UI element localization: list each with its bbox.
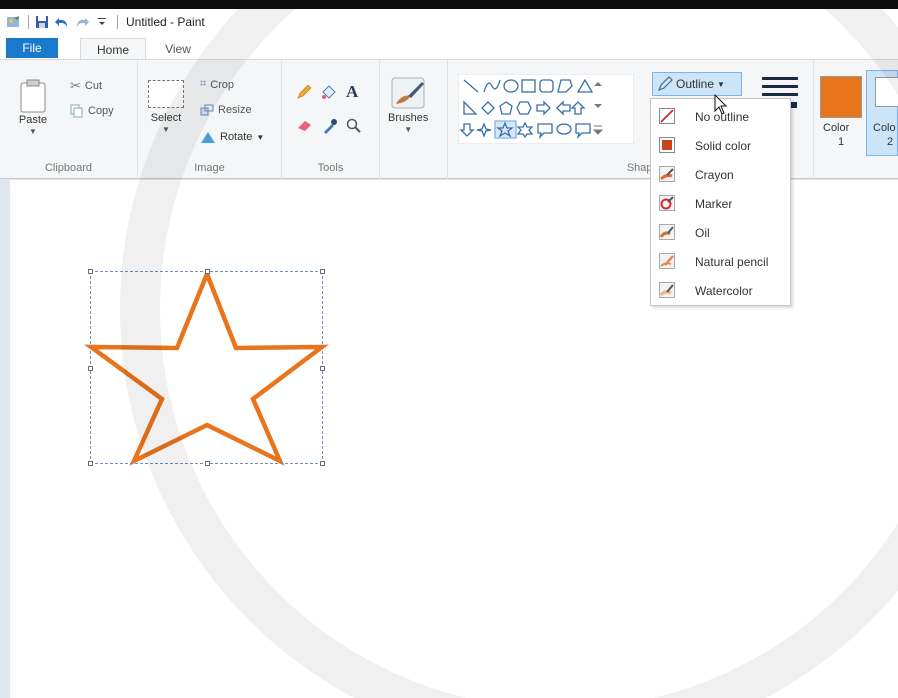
copy-icon <box>70 104 83 118</box>
menu-item-crayon[interactable]: Crayon <box>651 160 790 189</box>
selection-handle-ne[interactable] <box>320 269 325 274</box>
color1-swatch <box>820 76 862 118</box>
undo-icon[interactable] <box>53 13 71 31</box>
paste-button[interactable]: Paste ▼ <box>18 78 48 136</box>
outline-caret-icon: ▼ <box>717 79 725 89</box>
color1-label: Color <box>823 122 850 134</box>
window-title: Untitled - Paint <box>126 15 205 29</box>
clipboard-group-label: Clipboard <box>44 162 93 174</box>
copy-button[interactable]: Copy <box>70 104 114 118</box>
pencil-icon[interactable] <box>296 84 312 103</box>
color2-label: Colo <box>873 122 896 134</box>
eraser-icon[interactable] <box>296 118 314 135</box>
paste-caret-icon: ▼ <box>29 127 37 136</box>
image-group-label: Image <box>194 162 225 174</box>
menu-item-label: Crayon <box>695 167 734 182</box>
crayon-icon <box>659 166 675 182</box>
menu-item-label: Natural pencil <box>695 254 769 269</box>
fill-bucket-icon[interactable] <box>320 84 338 103</box>
menu-item-label: Watercolor <box>695 283 753 298</box>
selection-handle-s[interactable] <box>205 461 210 466</box>
selection-handle-nw[interactable] <box>88 269 93 274</box>
outline-button[interactable]: Outline ▼ <box>652 72 742 96</box>
outline-dropdown-menu: No outline Solid color Crayon Marker Oil… <box>650 98 791 306</box>
color1-number: 1 <box>838 136 845 148</box>
brushes-button[interactable]: Brushes ▼ <box>388 74 428 134</box>
selection-handle-e[interactable] <box>320 366 325 371</box>
select-caret-icon: ▼ <box>162 125 170 134</box>
brushes-label: Brushes <box>388 112 429 124</box>
brushes-caret-icon: ▼ <box>404 125 413 134</box>
cut-label: Cut <box>84 80 103 92</box>
watercolor-icon <box>659 282 675 298</box>
color1-button[interactable]: Color 1 <box>814 60 862 160</box>
marker-icon <box>659 195 675 211</box>
title-bar: Untitled - Paint <box>0 9 898 35</box>
brushes-group: Brushes ▼ <box>380 60 448 180</box>
crop-button[interactable]: ⌗ Crop <box>200 78 234 91</box>
natural-pencil-icon <box>659 253 675 269</box>
save-icon[interactable] <box>33 13 51 31</box>
cut-button[interactable]: ✂ Cut <box>70 78 102 94</box>
tab-home[interactable]: Home <box>80 38 146 60</box>
crop-icon: ⌗ <box>200 78 207 90</box>
resize-button[interactable]: Resize <box>200 104 252 116</box>
selection-handle-n[interactable] <box>205 269 210 274</box>
colors-group: Color 1 Colo 2 <box>814 60 898 180</box>
magnifier-icon[interactable] <box>346 118 362 137</box>
select-button[interactable]: Select ▼ <box>148 80 184 134</box>
oil-icon <box>659 224 675 240</box>
text-tool-icon[interactable]: A <box>346 82 358 102</box>
no-outline-icon <box>659 108 675 124</box>
image-group: Select ▼ ⌗ Crop Resize Rotate ▼ Image <box>138 60 282 180</box>
shapes-gallery[interactable] <box>458 74 634 144</box>
menu-item-marker[interactable]: Marker <box>651 189 790 218</box>
selection-handle-se[interactable] <box>320 461 325 466</box>
brush-icon <box>391 77 425 109</box>
clipboard-group: Paste ▼ ✂ Cut Copy Clipboard <box>0 60 138 180</box>
menu-item-label: Oil <box>695 225 710 240</box>
menu-item-label: Solid color <box>695 138 752 153</box>
tab-view[interactable]: View <box>152 38 204 60</box>
title-separator <box>117 15 118 29</box>
select-label: Select <box>150 112 182 124</box>
color2-number: 2 <box>887 136 894 148</box>
resize-label: Resize <box>218 104 252 116</box>
solid-color-icon <box>659 137 675 153</box>
menu-item-natural-pencil[interactable]: Natural pencil <box>651 247 790 276</box>
resize-icon <box>200 104 214 116</box>
outline-pencil-icon <box>657 76 673 92</box>
crop-label: Crop <box>210 78 235 91</box>
select-icon <box>148 80 184 108</box>
rotate-label: Rotate <box>220 131 253 143</box>
tab-file[interactable]: File <box>6 38 58 58</box>
mouse-cursor-icon <box>714 94 728 115</box>
paste-label: Paste <box>18 114 48 126</box>
menu-item-label: Marker <box>695 196 733 211</box>
selection-handle-sw[interactable] <box>88 461 93 466</box>
menu-item-oil[interactable]: Oil <box>651 218 790 247</box>
copy-label: Copy <box>88 105 114 117</box>
scissors-icon: ✂ <box>70 78 81 93</box>
color-picker-icon[interactable] <box>322 118 338 137</box>
selection-box[interactable] <box>88 269 325 466</box>
customize-qa-icon[interactable] <box>93 13 111 31</box>
ribbon-tabs: File Home View <box>0 35 898 60</box>
menu-item-watercolor[interactable]: Watercolor <box>651 276 790 305</box>
redo-icon[interactable] <box>73 13 91 31</box>
selection-handle-w[interactable] <box>88 366 93 371</box>
rotate-icon <box>201 132 215 143</box>
paint-app-icon[interactable] <box>4 13 22 31</box>
color2-button[interactable]: Colo 2 <box>866 70 898 156</box>
rotate-caret-icon: ▼ <box>256 132 265 142</box>
color2-swatch <box>875 77 898 107</box>
rotate-button[interactable]: Rotate ▼ <box>200 130 264 144</box>
tools-group-label: Tools <box>317 162 344 174</box>
qa-separator <box>28 15 29 29</box>
menu-item-solid-color[interactable]: Solid color <box>651 131 790 160</box>
paste-icon <box>20 79 46 113</box>
outline-label: Outline <box>676 77 715 91</box>
top-border <box>0 0 898 9</box>
tools-group: A Tools <box>282 60 380 180</box>
